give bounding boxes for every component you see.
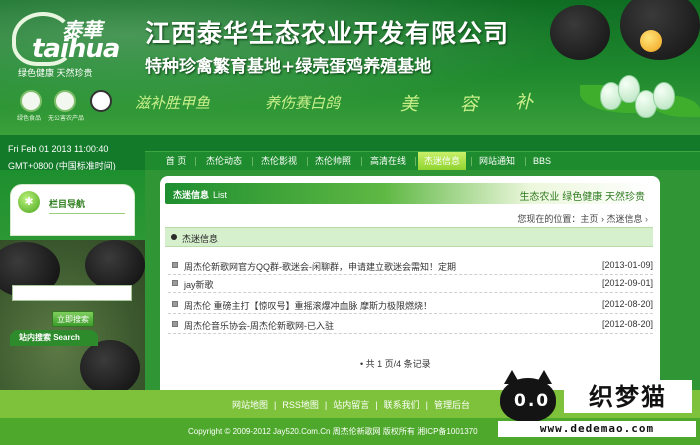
news-title-link[interactable]: 周杰伦 重磅主打【惊叹号】重摇滚爆冲血脉 摩斯力极限燃烧！: [184, 299, 432, 312]
section-title: 杰迷信息: [182, 234, 219, 244]
bullet-square-icon: [172, 262, 178, 268]
cat-logo-icon: 0.0: [500, 370, 556, 422]
watermark-brand: 织梦猫: [564, 380, 692, 413]
slogan-calligraphy: 美: [400, 94, 418, 115]
news-title-link[interactable]: jay新歌: [184, 278, 214, 291]
green-food-cert-icon: [20, 90, 42, 112]
clock-panel: Fri Feb 01 2013 11:00:40 GMT+0800 (中国标准时…: [0, 135, 145, 170]
lightbulb-icon: ✱: [18, 191, 40, 213]
cert-label: 绿色食品: [17, 116, 42, 122]
footer-separator: |: [425, 400, 428, 410]
slogan-calligraphy: 滋补胜甲鱼: [135, 94, 211, 112]
search-input[interactable]: [12, 285, 132, 301]
nav-strip: 首 页 杰伦动态 杰伦影视 杰伦帅照 高清在线 杰迷信息 网站通知 BBS: [145, 151, 700, 171]
nav-item-fan-info[interactable]: 杰迷信息: [418, 152, 466, 171]
site-logo[interactable]: 泰華 taihua 绿色健康 天然珍贵: [12, 10, 127, 78]
footer-separator: |: [274, 400, 277, 410]
company-subtitle: 特种珍禽繁育基地+绿壳蛋鸡养殖基地: [145, 57, 432, 77]
logo-slogan: 绿色健康 天然珍贵: [18, 68, 93, 78]
news-date: [2012-08-20]: [601, 299, 653, 309]
main-content: 杰迷信息 List 生态农业 绿色健康 天然珍贵 您现在的位置：主页 › 杰迷信息…: [160, 176, 660, 390]
footer-link-sitemap[interactable]: 网站地图: [232, 400, 268, 410]
nav-separator: [525, 157, 526, 166]
bullet-dot-icon: [171, 234, 177, 240]
breadcrumb-separator: ›: [600, 214, 604, 224]
search-title: 站内搜索 Search: [10, 330, 98, 346]
news-title-link[interactable]: 周杰伦音乐协会-周杰伦新歌网-已入驻: [184, 319, 334, 332]
copyright-text: Copyright © 2009-2012 Jay520.Com.Cn 周杰伦新…: [188, 427, 478, 436]
footer-separator: |: [375, 400, 378, 410]
cert-label: 无公害农产品: [48, 116, 85, 122]
content-title: 杰迷信息 List: [173, 188, 227, 201]
footer-link-admin[interactable]: 管理后台: [434, 400, 470, 410]
news-list-item: 周杰伦音乐协会-周杰伦新歌网-已入驻 [2012-08-20]: [168, 316, 653, 334]
breadcrumb-prefix: 您现在的位置：: [517, 214, 581, 224]
bullet-square-icon: [172, 280, 178, 286]
nav-separator: [471, 157, 472, 166]
main-navigation: 首 页 杰伦动态 杰伦影视 杰伦帅照 高清在线 杰迷信息 网站通知 BBS: [145, 135, 700, 171]
nav-separator: [361, 157, 362, 166]
logo-english-text: taihua: [32, 34, 120, 64]
footer-links: 网站地图 | RSS地图 | 站内留言 | 联系我们 | 管理后台: [232, 398, 470, 411]
news-list-item: 周杰伦新歌网官方QQ群-歌迷会-闲聊群，申请建立歌迷会需知！定期 [2013-0…: [168, 257, 653, 275]
nav-item-bbs[interactable]: BBS: [528, 152, 556, 171]
nav-separator: [252, 157, 253, 166]
sidebar: ✱ 栏目导航 站内搜索 Search: [0, 170, 145, 390]
nav-separator: [307, 157, 308, 166]
site-header: 泰華 taihua 绿色健康 天然珍贵 江西泰华生态农业开发有限公司 特种珍禽繁…: [0, 0, 700, 135]
news-list-item: 周杰伦 重磅主打【惊叹号】重摇滚爆冲血脉 摩斯力极限燃烧！ [2012-08-2…: [168, 296, 653, 314]
nav-item-jay-news[interactable]: 杰伦动态: [202, 152, 246, 171]
black-hen-icon: [550, 5, 610, 60]
nav-item-site-notice[interactable]: 网站通知: [475, 152, 519, 171]
quality-seal-icon: [90, 90, 112, 112]
column-nav-title: 栏目导航: [49, 199, 86, 209]
header-decoration-image: [540, 0, 700, 135]
news-date: [2012-09-01]: [601, 278, 653, 288]
footer-separator: |: [324, 400, 328, 410]
timezone-text: GMT+0800 (中国标准时间): [8, 161, 116, 170]
breadcrumb: 您现在的位置：主页 › 杰迷信息 ›: [517, 212, 648, 225]
breadcrumb-home-link[interactable]: 主页: [580, 214, 598, 224]
divider: [49, 213, 125, 214]
nav-item-home[interactable]: 首 页: [160, 152, 192, 171]
content-title-en: List: [213, 190, 228, 200]
news-date: [2013-01-09]: [601, 260, 653, 270]
content-slogan: 生态农业 绿色健康 天然珍贵: [519, 192, 645, 203]
slogan-calligraphy: 养伤赛白鸽: [265, 94, 341, 112]
cat-eyes: 0.0: [514, 391, 551, 411]
footer-link-contact[interactable]: 联系我们: [384, 400, 420, 410]
watermark-url: www.dedemao.com: [498, 421, 696, 437]
black-hen-icon: [80, 340, 140, 390]
slogan-calligraphy: 补: [515, 92, 533, 113]
breadcrumb-current-link[interactable]: 杰迷信息: [606, 214, 642, 224]
green-egg-icon: [653, 82, 675, 110]
news-list-item: jay新歌 [2012-09-01]: [168, 275, 653, 293]
current-date: Fri Feb 01 2013 11:00:40: [8, 144, 109, 154]
content-title-cn: 杰迷信息: [173, 190, 210, 200]
bullet-square-icon: [172, 321, 178, 327]
footer-link-rss[interactable]: RSS地图: [282, 400, 319, 410]
pollution-free-cert-icon: [54, 90, 76, 112]
footer-link-guestbook[interactable]: 站内留言: [333, 400, 369, 410]
pagination-info: • 共 1 页/4 条记录: [360, 359, 431, 369]
column-nav-panel: ✱ 栏目导航: [10, 184, 135, 236]
egg-yolk-icon: [640, 30, 662, 52]
news-title-link[interactable]: 周杰伦新歌网官方QQ群-歌迷会-闲聊群，申请建立歌迷会需知！定期: [184, 260, 456, 273]
bullet-square-icon: [172, 301, 178, 307]
news-date: [2012-08-20]: [601, 319, 653, 329]
content-header: 杰迷信息 List 生态农业 绿色健康 天然珍贵: [165, 183, 653, 204]
chevron-right-icon: ›: [645, 214, 648, 224]
dedemao-watermark: 0.0 织梦猫 www.dedemao.com: [496, 370, 700, 445]
nav-item-jay-films[interactable]: 杰伦影视: [257, 152, 301, 171]
nav-separator: [415, 157, 416, 166]
section-header: 杰迷信息: [165, 227, 653, 247]
black-hen-icon: [85, 240, 145, 290]
nav-separator: [195, 157, 196, 166]
black-hen-icon: [620, 0, 700, 60]
search-button[interactable]: 立即搜索: [52, 311, 94, 327]
nav-item-hd-online[interactable]: 高清在线: [365, 152, 411, 171]
nav-item-jay-photos[interactable]: 杰伦帅照: [311, 152, 355, 171]
company-name: 江西泰华生态农业开发有限公司: [145, 20, 510, 48]
slogan-calligraphy: 容: [460, 94, 478, 115]
